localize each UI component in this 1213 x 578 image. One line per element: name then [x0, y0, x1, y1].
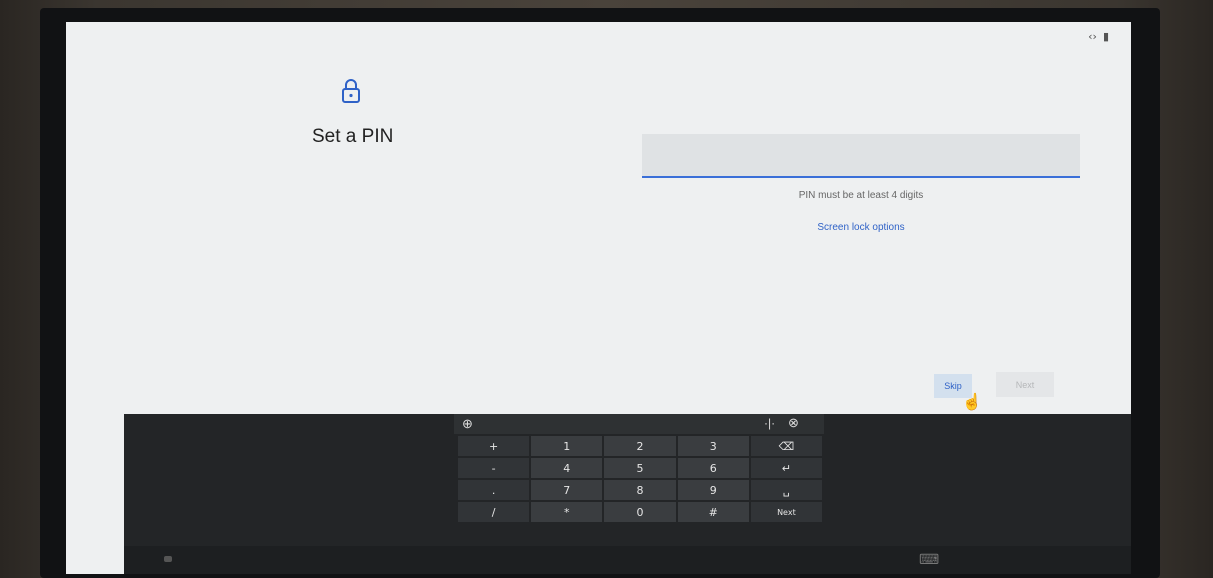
- key-3[interactable]: 3: [677, 436, 749, 456]
- key-asterisk[interactable]: *: [531, 502, 603, 522]
- key-5[interactable]: 5: [604, 458, 676, 478]
- key-8[interactable]: 8: [604, 480, 676, 500]
- nav-back-icon[interactable]: [164, 556, 172, 562]
- pin-hint: PIN must be at least 4 digits: [798, 190, 924, 201]
- key-hash[interactable]: #: [677, 502, 749, 522]
- key-4[interactable]: 4: [531, 458, 603, 478]
- key-period[interactable]: .: [458, 480, 530, 500]
- enter-key-icon[interactable]: ↵: [750, 458, 822, 478]
- battery-icon: ▮: [1102, 30, 1109, 43]
- hand-cursor-icon: ☝: [962, 394, 982, 411]
- key-next[interactable]: Next: [750, 502, 822, 522]
- page-title: Set a PIN: [312, 126, 394, 147]
- keypad: + 1 2 3 ⌫ - 4 5 6 ↵ . 7 8 9 ␣ / * 0 # Ne…: [458, 436, 822, 522]
- move-handle-icon[interactable]: ·|·: [764, 416, 775, 430]
- globe-icon[interactable]: ⊕: [462, 416, 473, 432]
- key-7[interactable]: 7: [531, 480, 603, 500]
- key-minus[interactable]: -: [458, 458, 530, 478]
- pin-input[interactable]: [642, 134, 1080, 178]
- keyboard-toggle-icon[interactable]: ⌨: [919, 551, 939, 568]
- key-2[interactable]: 2: [604, 436, 676, 456]
- keyboard-toolbar: ⊕ ·|· ⊗: [454, 414, 824, 434]
- on-screen-keyboard: ⊕ ·|· ⊗ + 1 2 3 ⌫ - 4 5 6 ↵ . 7 8 9 ␣ / …: [124, 414, 1131, 546]
- key-slash[interactable]: /: [458, 502, 530, 522]
- device-screen: ‹› ▮ Set a PIN PIN must be at least 4 di…: [66, 22, 1131, 574]
- next-button[interactable]: Next: [996, 372, 1054, 397]
- key-1[interactable]: 1: [531, 436, 603, 456]
- key-0[interactable]: 0: [604, 502, 676, 522]
- code-icon: ‹›: [1088, 30, 1097, 43]
- key-6[interactable]: 6: [677, 458, 749, 478]
- navigation-bar: ⌨: [124, 546, 1131, 574]
- screen-lock-options-link[interactable]: Screen lock options: [642, 222, 1080, 233]
- space-key-icon[interactable]: ␣: [750, 480, 822, 500]
- key-plus[interactable]: +: [458, 436, 530, 456]
- backspace-key-icon[interactable]: ⌫: [750, 436, 822, 456]
- key-9[interactable]: 9: [677, 480, 749, 500]
- status-bar: ‹› ▮: [1088, 30, 1109, 43]
- close-keyboard-icon[interactable]: ⊗: [788, 415, 799, 431]
- lock-icon: [342, 79, 360, 103]
